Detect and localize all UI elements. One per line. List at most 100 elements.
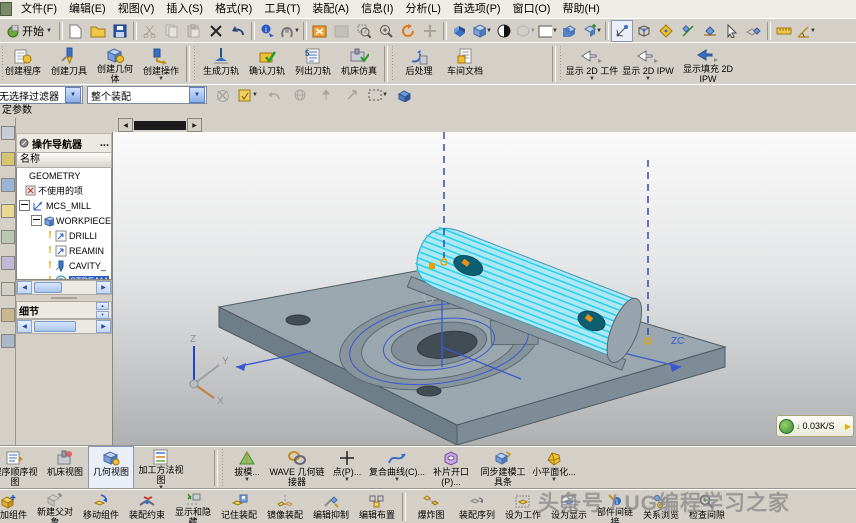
scroll-left-button[interactable]: ◀	[17, 281, 32, 294]
navigator-pin-icon[interactable]	[19, 138, 29, 148]
scrollbar-thumb[interactable]	[34, 321, 76, 332]
shaded-with-edges-button[interactable]: ▼	[471, 20, 493, 42]
verify-toolpath-button[interactable]: 确认刀轨	[244, 43, 290, 85]
machining-method-view-button[interactable]: 加工方法视图 ▼	[134, 446, 188, 489]
details-horizontal-scrollbar[interactable]: ◀ ▶	[16, 319, 112, 334]
tree-item-mcs-mill[interactable]: MCS_MILL	[17, 198, 111, 213]
navigator-more-button[interactable]: ...	[100, 137, 109, 149]
synchronous-modeling-button[interactable]: 同步建模工具条	[476, 446, 530, 489]
select-cursor-button[interactable]	[721, 20, 743, 42]
menu-analysis[interactable]: 分析(L)	[399, 1, 446, 18]
network-speed-badge[interactable]: ↓ 0.03K/S ▶	[776, 415, 854, 437]
show-hide-button[interactable]: 显示和隐藏	[170, 489, 216, 523]
create-geometry-button[interactable]: 创建几何体	[92, 43, 138, 85]
paste-button[interactable]	[183, 20, 205, 42]
create-tool-button[interactable]: 创建刀具	[46, 43, 92, 85]
menu-tools[interactable]: 工具(T)	[258, 1, 306, 18]
touch-mode-button[interactable]: ▼	[279, 20, 301, 42]
draft-button[interactable]: 拔模... ▼	[226, 446, 268, 489]
assembly-constraints-button[interactable]: 装配约束	[124, 489, 170, 523]
expand-arrow-icon[interactable]: ▶	[845, 422, 851, 431]
new-section-button[interactable]: ▼	[581, 20, 603, 42]
show-2d-ipw-button[interactable]: 显示 2D IPW ▼	[620, 43, 676, 85]
measure-angle-button[interactable]: ▼	[795, 20, 817, 42]
highlight-selection-button[interactable]: ▼	[237, 84, 259, 106]
snap-end-button[interactable]	[677, 20, 699, 42]
machine-simulate-button[interactable]: 机床仿真	[336, 43, 382, 85]
mirror-assembly-button[interactable]: 镜像装配	[262, 489, 308, 523]
name-column-header[interactable]: 名称	[16, 153, 112, 168]
shaded-button[interactable]	[449, 20, 471, 42]
menu-assemblies[interactable]: 装配(A)	[306, 1, 355, 18]
tree-item-workpiece[interactable]: WORKPIECE	[17, 213, 111, 228]
menu-view[interactable]: 视图(V)	[112, 1, 161, 18]
menu-help[interactable]: 帮助(H)	[556, 1, 605, 18]
model-canvas[interactable]: XC ZC	[113, 132, 856, 445]
open-button[interactable]	[87, 20, 109, 42]
reuse-library-icon[interactable]	[1, 256, 15, 270]
exploded-view-button[interactable]: 爆炸图	[408, 489, 454, 523]
machine-tool-view-button[interactable]: 机床视图	[42, 446, 88, 489]
patch-opening-button[interactable]: 补片开口(P)...	[426, 446, 476, 489]
menu-information[interactable]: 信息(I)	[355, 1, 399, 18]
fit-view-button[interactable]	[309, 20, 331, 42]
details-header[interactable]: 细节 ▲ ▼	[16, 301, 112, 319]
collapse-icon[interactable]	[31, 215, 42, 226]
new-parent-button[interactable]: 新建父对象	[32, 489, 78, 523]
toolbar-grip[interactable]	[221, 449, 225, 486]
tree-item-reaming[interactable]: ! REAMIN	[17, 243, 111, 258]
collapse-icon[interactable]	[19, 200, 30, 211]
edit-arrangements-button[interactable]: 编辑布置	[354, 489, 400, 523]
show-2d-workpiece-button[interactable]: 显示 2D 工件 ▼	[564, 43, 620, 85]
spin-down-button[interactable]: ▼	[96, 311, 109, 319]
scroll-right-button[interactable]: ▶	[96, 320, 111, 333]
graphics-viewport[interactable]: XC ZC	[112, 132, 856, 445]
scroll-right-button[interactable]: ▶	[96, 281, 111, 294]
clip-section-button[interactable]	[559, 20, 581, 42]
scroll-right-button[interactable]: ▶	[187, 118, 202, 132]
save-button[interactable]	[109, 20, 131, 42]
start-button[interactable]: 开始 ▼	[2, 21, 57, 41]
list-toolpath-button[interactable]: 5 列出刀轨	[290, 43, 336, 85]
hd3d-tools-icon[interactable]	[1, 282, 15, 296]
create-operation-button[interactable]: 创建操作 ▼	[138, 43, 184, 85]
facet-body-button[interactable]: 小平面化... ▼	[530, 446, 578, 489]
snap-mid-button[interactable]	[699, 20, 721, 42]
assembly-navigator-icon[interactable]	[1, 126, 15, 140]
menu-format[interactable]: 格式(R)	[209, 1, 258, 18]
move-component-button[interactable]: 移动组件	[78, 489, 124, 523]
ghost-display-button[interactable]: ▼	[515, 20, 537, 42]
background-button[interactable]: ▼	[537, 20, 559, 42]
point-button[interactable]: 点(P)... ▼	[326, 446, 368, 489]
postprocess-button[interactable]: 后处理	[396, 43, 442, 85]
zoom-in-button[interactable]	[375, 20, 397, 42]
scrollbar-thumb[interactable]	[34, 282, 62, 293]
remember-assembly-button[interactable]: 记住装配	[216, 489, 262, 523]
snap-point-scene-button[interactable]	[611, 20, 633, 42]
generate-toolpath-button[interactable]: 生成刀轨	[198, 43, 244, 85]
delete-button[interactable]	[205, 20, 227, 42]
reset-filter-button[interactable]	[211, 84, 233, 106]
internet-explorer-icon[interactable]	[1, 308, 15, 322]
all-in-assembly-button[interactable]	[289, 84, 311, 106]
rotate-view-button[interactable]	[397, 20, 419, 42]
shaded-select-button[interactable]	[393, 84, 415, 106]
tree-item-geometry[interactable]: GEOMETRY	[17, 168, 111, 183]
part-navigator-icon[interactable]	[1, 178, 15, 192]
edit-suppression-button[interactable]: 编辑抑制	[308, 489, 354, 523]
operation-navigator-icon[interactable]	[1, 204, 15, 218]
assembly-sequence-button[interactable]: 装配序列	[454, 489, 500, 523]
tree-item-cavity-mill[interactable]: ! CAVITY_	[17, 258, 111, 273]
program-order-view-button[interactable]: 程序顺序视图	[0, 446, 42, 489]
menu-file[interactable]: 文件(F)	[15, 1, 63, 18]
display-mode-button[interactable]	[493, 20, 515, 42]
pan-button[interactable]	[419, 20, 441, 42]
tree-item-unused[interactable]: 不使用的项	[17, 183, 111, 198]
information-button[interactable]: i	[257, 20, 279, 42]
scroll-left-button[interactable]: ◀	[118, 118, 133, 132]
history-icon[interactable]	[1, 334, 15, 348]
tree-item-streamline[interactable]: ! STREAM	[17, 273, 111, 280]
geometry-view-button[interactable]: 几何视图	[88, 446, 134, 489]
dock-handle[interactable]	[134, 121, 186, 130]
tree-horizontal-scrollbar[interactable]: ◀ ▶	[16, 280, 112, 295]
